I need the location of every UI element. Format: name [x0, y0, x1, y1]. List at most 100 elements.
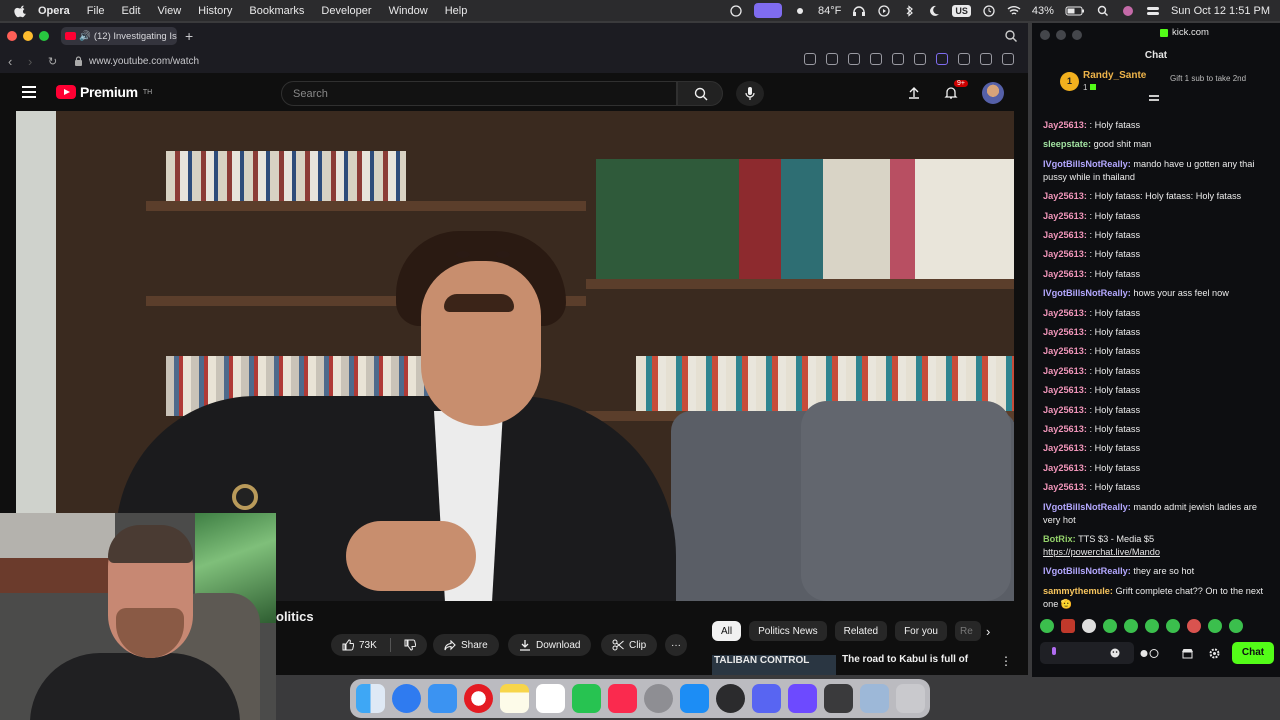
battery-icon[interactable]	[1065, 5, 1085, 17]
chat-username[interactable]: Jay25613:	[1043, 211, 1087, 221]
search-input[interactable]: Search	[281, 81, 677, 106]
store-icon[interactable]	[1182, 648, 1193, 659]
chip-politics-news[interactable]: Politics News	[749, 621, 827, 641]
chat-username[interactable]: Jay25613:	[1043, 120, 1087, 130]
emote-icon[interactable]	[1166, 619, 1180, 633]
emoji-picker-icon[interactable]	[1110, 648, 1120, 658]
chat-username[interactable]: Jay25613:	[1043, 230, 1087, 240]
trash-icon[interactable]	[896, 684, 925, 713]
chat-zoom-button[interactable]	[1072, 30, 1082, 40]
opera-icon[interactable]	[464, 684, 493, 713]
app-store-icon[interactable]	[680, 684, 709, 713]
safari-icon[interactable]	[392, 684, 421, 713]
chat-send-button[interactable]: Chat	[1232, 642, 1274, 664]
chat-username[interactable]: Jay25613:	[1043, 424, 1087, 434]
emote-icon[interactable]	[1124, 619, 1138, 633]
close-window-button[interactable]	[7, 31, 17, 41]
emote-icon[interactable]	[1082, 619, 1096, 633]
chat-username[interactable]: IVgotBillsNotReally:	[1043, 288, 1131, 298]
search-button[interactable]	[677, 81, 723, 106]
chat-username[interactable]: sleepstate:	[1043, 139, 1091, 149]
aria-icon[interactable]	[1002, 53, 1014, 65]
music-icon[interactable]	[608, 684, 637, 713]
menu-developer[interactable]: Developer	[321, 5, 371, 17]
chat-minimize-button[interactable]	[1056, 30, 1066, 40]
flow-send-icon[interactable]	[870, 53, 882, 65]
screen-record-pill[interactable]	[754, 3, 783, 18]
chat-username[interactable]: IVgotBillsNotReally:	[1043, 502, 1131, 512]
download-button[interactable]: Download	[508, 634, 592, 656]
chat-username[interactable]: Jay25613:	[1043, 327, 1087, 337]
menu-edit[interactable]: Edit	[122, 5, 141, 17]
recent-window-icon[interactable]	[824, 684, 853, 713]
chat-username[interactable]: IVgotBillsNotReally:	[1043, 159, 1131, 169]
speaker-icon[interactable]: 🔊	[79, 31, 91, 42]
chat-username[interactable]: Jay25613:	[1043, 482, 1087, 492]
gift-sub-prompt[interactable]: Gift 1 sub to take 2nd	[1170, 74, 1265, 83]
voice-search-button[interactable]	[736, 81, 764, 106]
zoom-window-button[interactable]	[39, 31, 49, 41]
minimize-window-button[interactable]	[23, 31, 33, 41]
collapse-pinned-icon[interactable]	[1149, 95, 1159, 101]
chip-related[interactable]: Related	[834, 621, 888, 641]
extension-icon[interactable]	[936, 53, 948, 65]
chat-username[interactable]: IVgotBillsNotReally:	[1043, 566, 1131, 576]
emote-icon[interactable]	[1187, 619, 1201, 633]
chat-username[interactable]: Jay25613:	[1043, 366, 1087, 376]
bookmark-heart-icon[interactable]	[892, 53, 904, 65]
emote-icon[interactable]	[1061, 619, 1075, 633]
reload-icon[interactable]: ↻	[48, 55, 60, 68]
browser-tab-active[interactable]: 🔊 (12) Investigating Isr	[61, 27, 177, 45]
menu-file[interactable]: File	[87, 5, 105, 17]
whatsapp-icon[interactable]	[572, 684, 601, 713]
menu-history[interactable]: History	[198, 5, 232, 17]
emote-icon[interactable]	[1229, 619, 1243, 633]
menu-window[interactable]: Window	[389, 5, 428, 17]
reminders-icon[interactable]	[536, 684, 565, 713]
easy-setup-icon[interactable]	[958, 53, 970, 65]
microphone-icon[interactable]	[1050, 647, 1058, 659]
discord-icon[interactable]	[752, 684, 781, 713]
download-icon[interactable]	[914, 53, 926, 65]
focus-moon-icon[interactable]	[927, 5, 941, 17]
chat-username[interactable]: Jay25613:	[1043, 269, 1087, 279]
thumbs-down-icon[interactable]	[404, 639, 416, 651]
like-button[interactable]: 73K	[331, 634, 427, 656]
recommended-video-thumbnail[interactable]: TALIBAN CONTROL	[712, 655, 836, 675]
hamburger-menu-icon[interactable]	[22, 86, 36, 98]
chat-message-link[interactable]: https://powerchat.live/Mando	[1043, 547, 1160, 557]
clip-button[interactable]: Clip	[601, 634, 658, 656]
chat-username[interactable]: Jay25613:	[1043, 308, 1087, 318]
recommended-video-title[interactable]: The road to Kabul is full of	[842, 654, 968, 665]
points-icon[interactable]	[1140, 648, 1160, 659]
menu-app-opera[interactable]: Opera	[38, 5, 70, 17]
settings-gear-icon[interactable]	[1209, 648, 1220, 659]
menubar-clock[interactable]: Sun Oct 12 1:51 PM	[1171, 5, 1270, 17]
tab-search-icon[interactable]	[1004, 29, 1018, 43]
share-page-icon[interactable]	[804, 53, 816, 65]
recommended-more-icon[interactable]: ⋮	[1000, 654, 1012, 668]
obs-icon[interactable]	[716, 684, 745, 713]
upload-icon[interactable]	[907, 86, 921, 100]
chips-next-arrow-icon[interactable]: ›	[986, 624, 990, 639]
emote-icon[interactable]	[1103, 619, 1117, 633]
play-circle-icon[interactable]	[877, 4, 891, 17]
notes-icon[interactable]	[500, 684, 529, 713]
chip-truncated[interactable]: Re	[954, 621, 981, 641]
headphones-icon[interactable]	[852, 5, 866, 17]
pinned-username[interactable]: Randy_Sante	[1083, 70, 1146, 81]
preview-icon[interactable]	[860, 684, 889, 713]
time-machine-icon[interactable]	[982, 4, 996, 17]
proton-mail-icon[interactable]	[788, 684, 817, 713]
youtube-premium-logo[interactable]: Premium TH	[56, 84, 152, 100]
chat-username[interactable]: Jay25613:	[1043, 249, 1087, 259]
chat-username[interactable]: Jay25613:	[1043, 385, 1087, 395]
mail-icon[interactable]	[428, 684, 457, 713]
keyboard-input-badge[interactable]: US	[952, 4, 971, 17]
chat-close-button[interactable]	[1040, 30, 1050, 40]
siri-icon[interactable]	[1121, 5, 1135, 17]
chat-username[interactable]: BotRix:	[1043, 534, 1076, 544]
snapshot-icon[interactable]	[826, 53, 838, 65]
share-button[interactable]: Share	[433, 634, 499, 656]
apple-menu-icon[interactable]	[14, 4, 28, 18]
